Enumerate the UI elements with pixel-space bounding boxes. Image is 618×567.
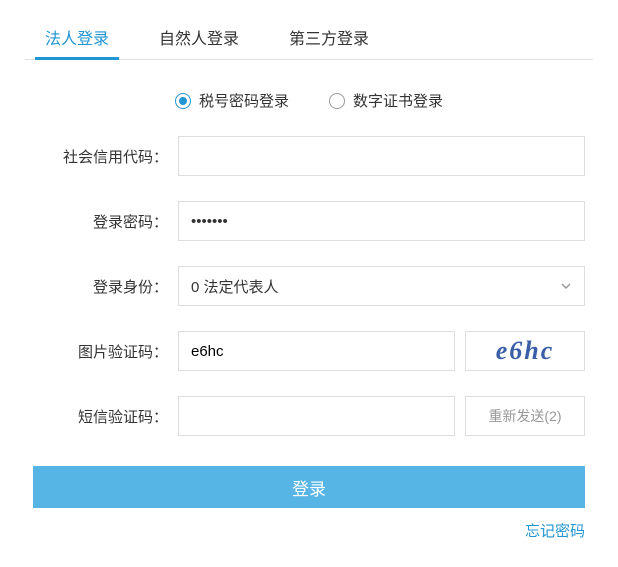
radio-label: 数字证书登录 [353, 90, 443, 111]
radio-icon [329, 93, 345, 109]
radio-tax-password[interactable]: 税号密码登录 [175, 90, 289, 111]
captcha-image[interactable]: e6hc [465, 331, 585, 371]
tab-legal-person[interactable]: 法人登录 [40, 15, 114, 59]
radio-digital-cert[interactable]: 数字证书登录 [329, 90, 443, 111]
login-form: 社会信用代码： 登录密码： 登录身份： 0 法定代表人 图片验证码： e6hc … [33, 136, 585, 541]
image-captcha-input[interactable] [178, 331, 455, 371]
password-row: 登录密码： [33, 201, 585, 241]
image-captcha-row: 图片验证码： e6hc [33, 331, 585, 371]
tabs-container: 法人登录 自然人登录 第三方登录 [25, 15, 593, 60]
radio-label: 税号密码登录 [199, 90, 289, 111]
tab-third-party[interactable]: 第三方登录 [284, 15, 374, 59]
login-button[interactable]: 登录 [33, 466, 585, 508]
forgot-password-link[interactable]: 忘记密码 [525, 523, 585, 540]
tab-natural-person[interactable]: 自然人登录 [154, 15, 244, 59]
credit-code-row: 社会信用代码： [33, 136, 585, 176]
password-input[interactable] [178, 201, 585, 241]
login-method-group: 税号密码登录 数字证书登录 [25, 90, 593, 111]
forgot-password-container: 忘记密码 [33, 520, 585, 541]
sms-captcha-row: 短信验证码： 重新发送(2) [33, 396, 585, 436]
sms-resend-button[interactable]: 重新发送(2) [465, 396, 585, 436]
identity-label: 登录身份： [33, 276, 178, 297]
identity-value: 0 法定代表人 [191, 276, 279, 297]
credit-code-label: 社会信用代码： [33, 146, 178, 167]
radio-icon [175, 93, 191, 109]
password-label: 登录密码： [33, 211, 178, 232]
identity-row: 登录身份： 0 法定代表人 [33, 266, 585, 306]
sms-captcha-label: 短信验证码： [33, 406, 178, 427]
identity-select[interactable]: 0 法定代表人 [178, 266, 585, 306]
credit-code-input[interactable] [178, 136, 585, 176]
chevron-down-icon [560, 280, 572, 292]
image-captcha-label: 图片验证码： [33, 341, 178, 362]
sms-captcha-input[interactable] [178, 396, 455, 436]
